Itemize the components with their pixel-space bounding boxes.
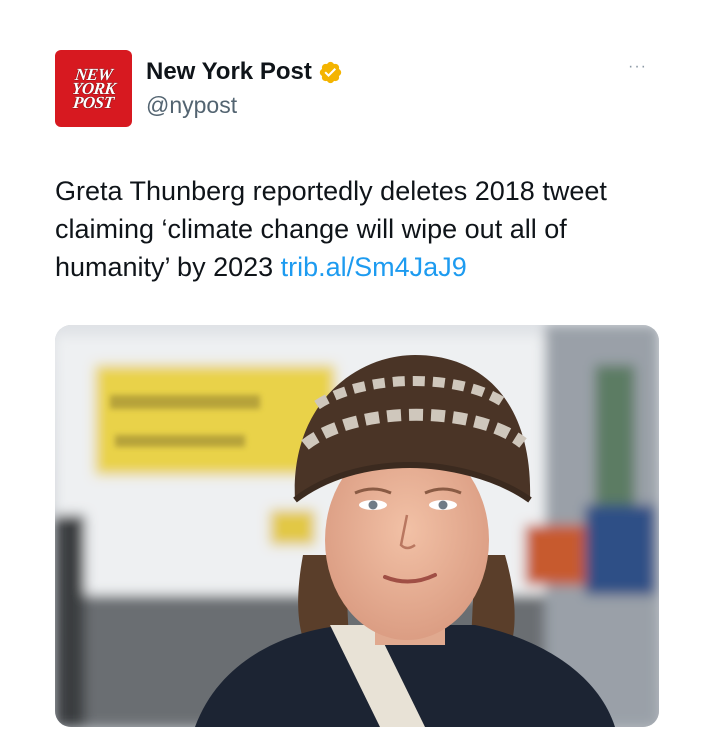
account-handle[interactable]: @nypost bbox=[146, 92, 237, 119]
verified-badge-icon bbox=[318, 60, 343, 85]
tweet-card: NEW YORK POST New York Post @nypost ··· … bbox=[0, 0, 714, 750]
tweet-text: Greta Thunberg reportedly deletes 2018 t… bbox=[55, 172, 675, 286]
more-options-icon[interactable]: ··· bbox=[628, 59, 647, 75]
tweet-link[interactable]: trib.al/Sm4JaJ9 bbox=[281, 252, 467, 282]
account-avatar[interactable]: NEW YORK POST bbox=[55, 50, 132, 127]
account-name[interactable]: New York Post bbox=[146, 58, 312, 86]
account-name-row: New York Post bbox=[146, 58, 343, 86]
tweet-photo[interactable] bbox=[55, 325, 659, 727]
avatar-line-3: POST bbox=[72, 92, 115, 112]
photo-of-person-in-knit-hat-icon bbox=[55, 325, 659, 727]
